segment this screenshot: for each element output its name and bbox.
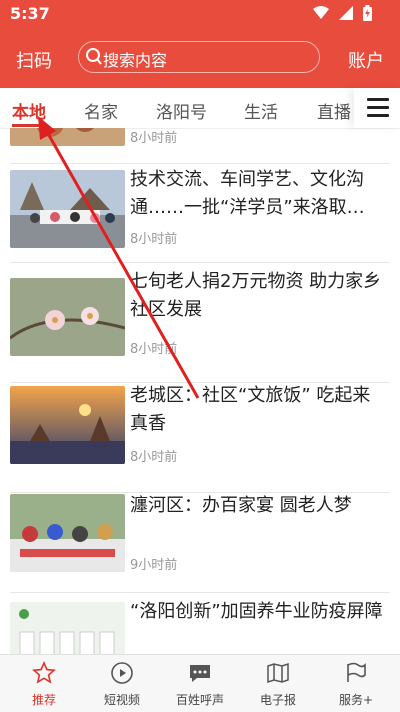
news-title: 老城区：社区“文旅饭” 吃起来真香 [130,385,371,434]
chat-icon [190,665,210,682]
map-book-icon [267,662,289,684]
star-icon [32,661,56,684]
nav-label: 服务+ [338,693,374,707]
bottom-nav: 推荐 短视频 百姓呼声 电子报 服务+ [0,654,400,712]
news-item[interactable]: 8小时前 [0,128,400,164]
status-time: 5:37 [10,4,50,23]
nav-label: 电子报 [259,693,296,707]
news-time: 9小时前 [130,558,178,573]
news-item[interactable]: 瀍河区：办百家宴 圆老人梦 9小时前 [0,494,400,594]
battery-icon [363,5,372,21]
news-thumbnail [10,128,125,146]
search-input[interactable]: 搜索内容 [78,41,320,73]
wifi-icon [313,6,329,19]
nav-short-video[interactable]: 短视频 [87,661,157,708]
news-thumbnail [10,386,125,464]
channel-menu-button[interactable] [354,88,400,128]
nav-citizen-voice[interactable]: 百姓呼声 [165,661,235,708]
status-icons [313,5,372,21]
news-thumbnail [10,494,125,572]
news-list: 8小时前 技术交流、车间学艺、文化沟通……一批“洋学员”来洛取… 8小时前 七旬… [0,128,400,654]
news-title: 瀍河区：办百家宴 圆老人梦 [130,495,352,516]
active-tab-indicator [12,124,46,127]
signal-icon [339,6,353,20]
nav-services[interactable]: 服务+ [321,661,391,708]
tab-local[interactable]: 本地 [12,98,46,123]
search-icon [86,48,102,65]
channel-tabs: 本地 名家 洛阳号 生活 直播 [0,88,400,129]
menu-icon-bar [367,98,389,101]
news-item[interactable]: 七旬老人捐2万元物资 助力家乡社区发展 8小时前 [0,264,400,384]
news-time: 8小时前 [130,131,178,146]
top-bar: 扫码 搜索内容 账户 [0,28,400,88]
nav-label: 推荐 [31,693,56,707]
news-title: 七旬老人捐2万元物资 助力家乡社区发展 [130,271,382,320]
divider [10,262,390,263]
divider [10,592,390,593]
flag-icon [347,662,366,682]
news-time: 8小时前 [130,342,178,357]
nav-recommend[interactable]: 推荐 [9,661,79,708]
nav-e-paper[interactable]: 电子报 [243,661,313,708]
news-thumbnail [10,278,125,356]
tab-luoyang-hao[interactable]: 洛阳号 [156,98,207,123]
news-item[interactable]: “洛阳创新”加固养牛业防疫屏障 [0,594,400,654]
news-title: 技术交流、车间学艺、文化沟通……一批“洋学员”来洛取… [130,169,365,218]
menu-icon-bar [367,106,389,109]
scan-button[interactable]: 扫码 [16,47,52,73]
play-icon [111,662,133,684]
tab-live[interactable]: 直播 [317,98,351,123]
news-time: 8小时前 [130,450,178,465]
nav-label: 百姓呼声 [175,693,224,707]
search-placeholder: 搜索内容 [103,51,168,70]
tab-life[interactable]: 生活 [244,98,278,123]
news-title: “洛阳创新”加固养牛业防疫屏障 [130,601,383,622]
status-bar: 5:37 [0,0,400,28]
nav-label: 短视频 [103,693,140,707]
news-time: 8小时前 [130,232,178,247]
news-item[interactable]: 技术交流、车间学艺、文化沟通……一批“洋学员”来洛取… 8小时前 [0,164,400,264]
account-button[interactable]: 账户 [348,47,384,73]
menu-icon-bar [367,114,389,117]
news-item[interactable]: 老城区：社区“文旅饭” 吃起来真香 8小时前 [0,384,400,494]
tab-celebrities[interactable]: 名家 [84,98,118,123]
news-thumbnail [10,602,125,654]
news-thumbnail [10,170,125,248]
